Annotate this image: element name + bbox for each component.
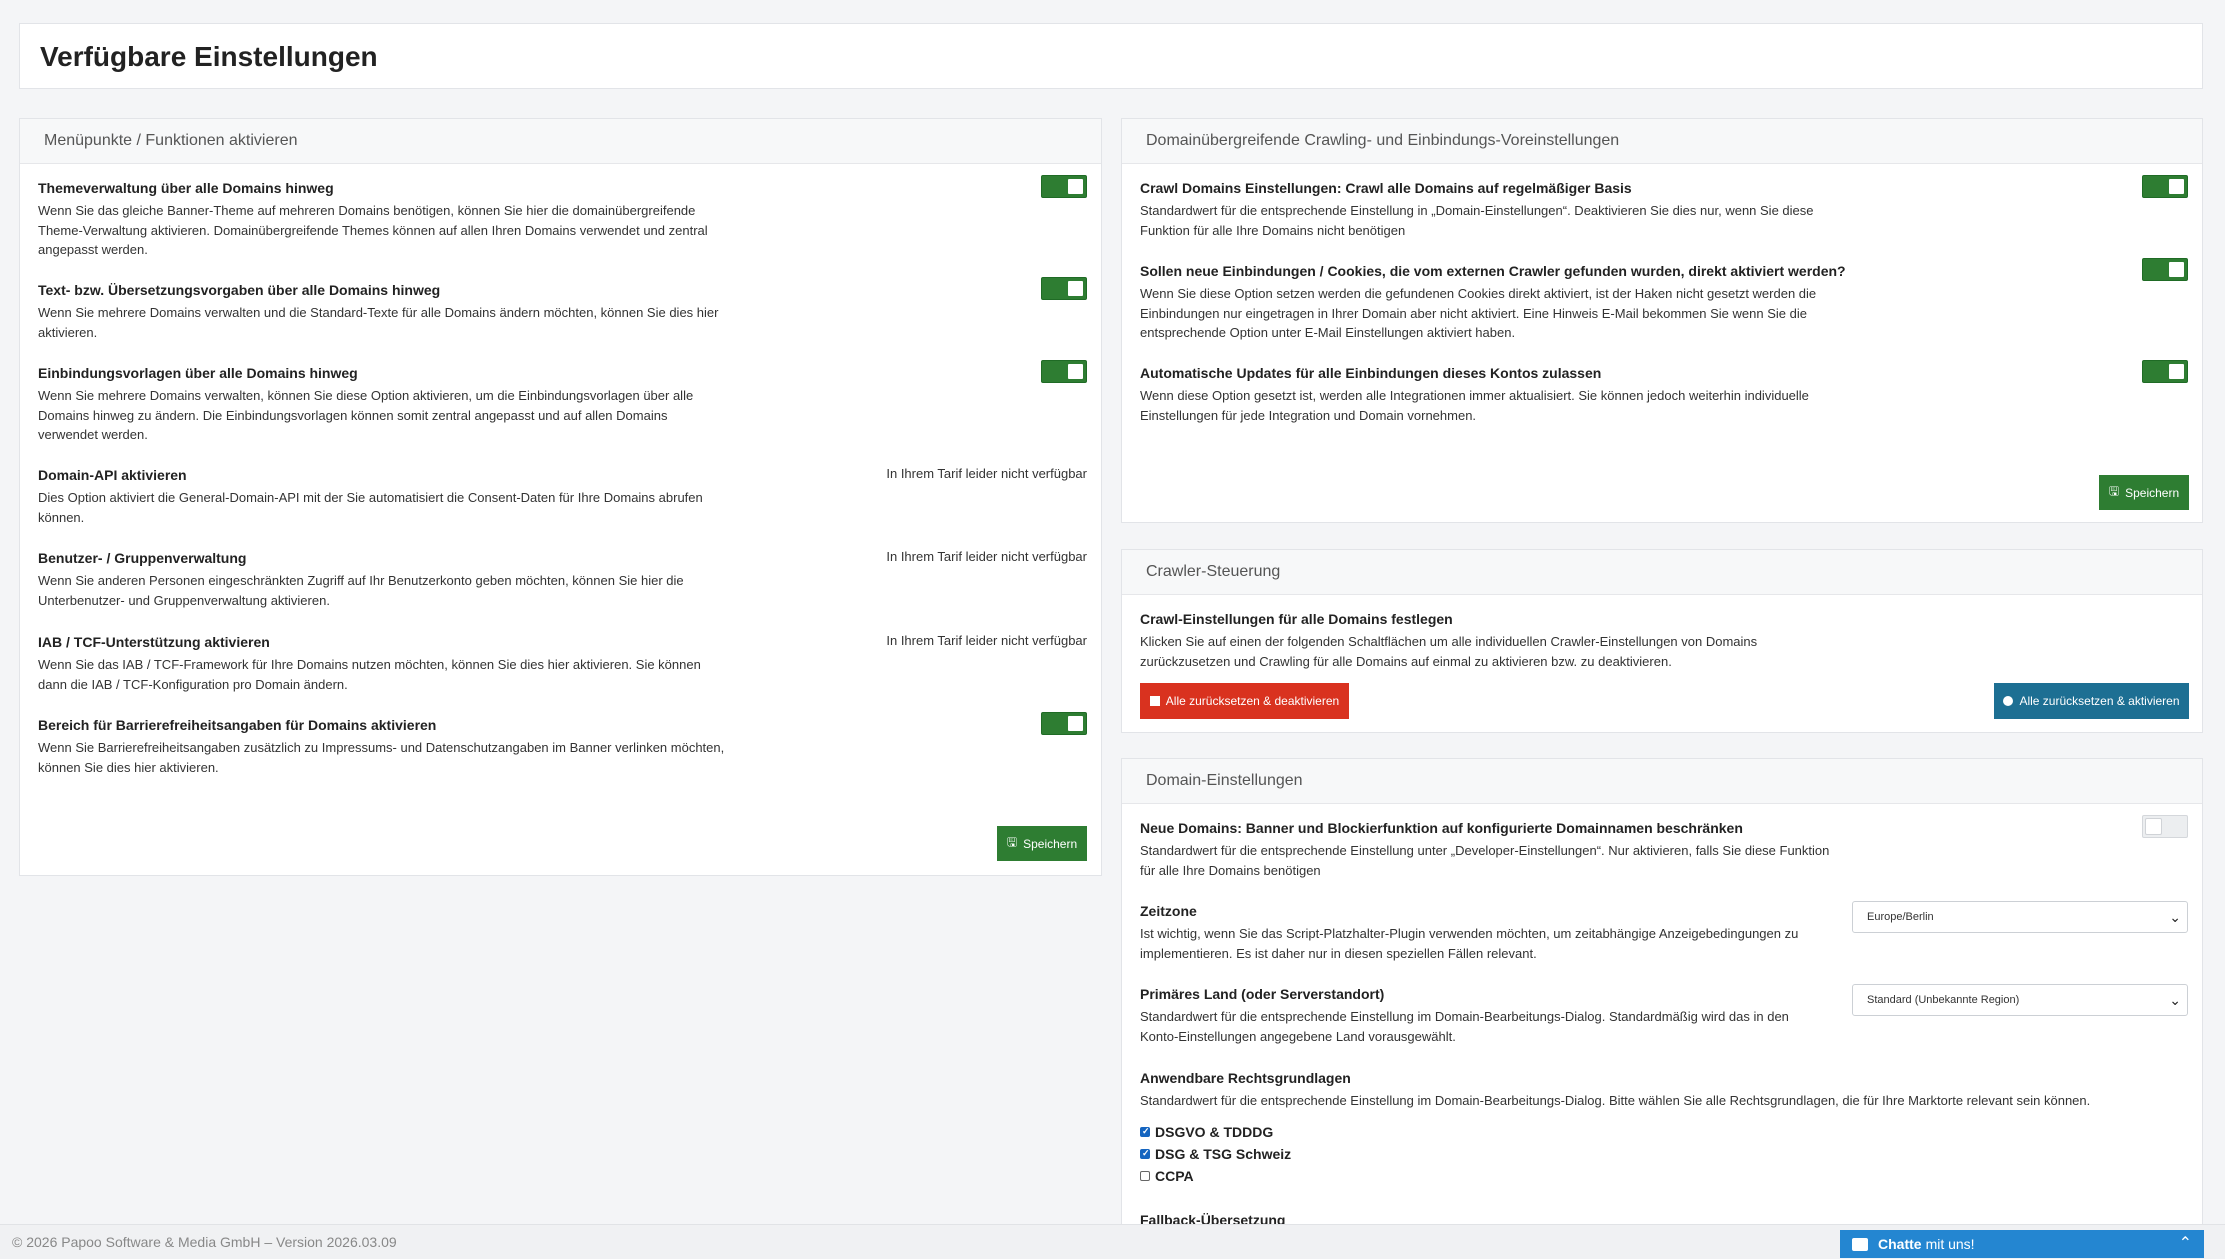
chevron-down-icon: ⌄: [2169, 909, 2181, 925]
setting-description: Dies Option aktiviert die General-Domain…: [38, 490, 703, 525]
footer-text: © 2026 Papoo Software & Media GmbH – Ver…: [12, 1234, 397, 1250]
unavailable-notice: In Ihrem Tarif leider nicht verfügbar: [886, 633, 1087, 648]
option-label: DSG & TSG Schweiz: [1155, 1145, 1292, 1162]
crawling-defaults-panel: Domainübergreifende Crawling- und Einbin…: [1121, 118, 2203, 523]
setting-description: Wenn Sie anderen Personen eingeschränkte…: [38, 573, 684, 608]
auto-activate-toggle[interactable]: [2142, 258, 2188, 281]
theme-toggle[interactable]: [1041, 175, 1087, 198]
setting-description: Wenn Sie das IAB / TCF-Framework für Ihr…: [38, 657, 701, 692]
setting-title: Themeverwaltung über alle Domains hinweg: [38, 180, 334, 196]
save-label: Speichern: [2125, 485, 2180, 500]
legal-option-dsgvo[interactable]: DSGVO & TDDDG: [1140, 1121, 2188, 1143]
setting-description: Wenn diese Option gesetzt ist, werden al…: [1140, 388, 1809, 423]
translations-toggle[interactable]: [1041, 277, 1087, 300]
setting-description: Wenn Sie mehrere Domains verwalten, könn…: [38, 388, 694, 442]
setting-description: Standardwert für die entsprechende Einst…: [1140, 1093, 2091, 1108]
setting-title: Anwendbare Rechtsgrundlagen: [1140, 1070, 1351, 1086]
setting-description: Ist wichtig, wenn Sie das Script-Platzha…: [1140, 926, 1799, 961]
setting-row-translations: Text- bzw. Übersetzungsvorgaben über all…: [38, 277, 1087, 342]
button-label: Alle zurücksetzen & aktivieren: [2019, 694, 2180, 708]
save-button[interactable]: 🖫 Speichern: [2099, 475, 2189, 510]
setting-row-auto-updates: Automatische Updates für alle Einbindung…: [1140, 360, 2188, 425]
panel-title: Menüpunkte / Funktionen aktivieren: [20, 119, 1101, 164]
chat-label-bold: Chatte: [1878, 1236, 1922, 1252]
auto-updates-toggle[interactable]: [2142, 360, 2188, 383]
setting-row-crawl-all: Crawl-Einstellungen für alle Domains fes…: [1140, 610, 2188, 671]
checkbox[interactable]: [1140, 1126, 1150, 1137]
templates-toggle[interactable]: [1041, 360, 1087, 383]
panel-title: Domainübergreifende Crawling- und Einbin…: [1122, 119, 2202, 164]
accessibility-toggle[interactable]: [1041, 712, 1087, 735]
checkbox[interactable]: [1140, 1148, 1150, 1159]
circle-icon: [2003, 696, 2014, 706]
save-label: Speichern: [1023, 836, 1078, 851]
setting-description: Wenn Sie das gleiche Banner-Theme auf me…: [38, 203, 708, 257]
unavailable-notice: In Ihrem Tarif leider nicht verfügbar: [886, 549, 1087, 564]
setting-title: Crawl Domains Einstellungen: Crawl alle …: [1140, 180, 1632, 196]
timezone-value: Europe/Berlin: [1867, 911, 1934, 923]
setting-row-accessibility: Bereich für Barrierefreiheitsangaben für…: [38, 712, 1087, 777]
setting-title: Crawl-Einstellungen für alle Domains fes…: [1140, 611, 1453, 627]
restrict-domains-toggle[interactable]: [2142, 815, 2188, 838]
setting-description: Standardwert für die entsprechende Einst…: [1140, 1009, 1789, 1044]
reset-activate-button[interactable]: Alle zurücksetzen & aktivieren: [1994, 683, 2189, 719]
setting-row-domain-api: Domain-API aktivieren Dies Option aktivi…: [38, 466, 1087, 527]
setting-description: Wenn Sie mehrere Domains verwalten und d…: [38, 305, 719, 340]
chevron-down-icon: ⌄: [2169, 992, 2181, 1008]
country-select[interactable]: Standard (Unbekannte Region) ⌄: [1852, 984, 2188, 1016]
legal-option-dsg[interactable]: DSG & TSG Schweiz: [1140, 1143, 2188, 1165]
save-icon: 🖫: [1006, 835, 1018, 849]
setting-row-crawl-domains: Crawl Domains Einstellungen: Crawl alle …: [1140, 175, 2188, 240]
setting-description: Klicken Sie auf einen der folgenden Scha…: [1140, 634, 1758, 669]
legal-option-ccpa[interactable]: CCPA: [1140, 1165, 2188, 1187]
page-title: Verfügbare Einstellungen: [40, 41, 378, 72]
checkbox[interactable]: [1140, 1170, 1150, 1181]
setting-title: Einbindungsvorlagen über alle Domains hi…: [38, 365, 358, 381]
save-icon: 🖫: [2108, 484, 2120, 498]
setting-description: Standardwert für die entsprechende Einst…: [1140, 843, 1830, 878]
setting-title: Bereich für Barrierefreiheitsangaben für…: [38, 717, 437, 733]
panel-title: Crawler-Steuerung: [1122, 550, 2202, 595]
setting-description: Wenn Sie diese Option setzen werden die …: [1140, 286, 1817, 340]
setting-title: Text- bzw. Übersetzungsvorgaben über all…: [38, 282, 441, 298]
timezone-select[interactable]: Europe/Berlin ⌄: [1852, 901, 2188, 933]
chat-icon: [1852, 1237, 1868, 1251]
crawl-domains-toggle[interactable]: [2142, 175, 2188, 198]
country-value: Standard (Unbekannte Region): [1867, 994, 2020, 1006]
reset-deactivate-button[interactable]: Alle zurücksetzen & deaktivieren: [1140, 683, 1349, 719]
setting-row-templates: Einbindungsvorlagen über alle Domains hi…: [38, 360, 1087, 445]
unavailable-notice: In Ihrem Tarif leider nicht verfügbar: [886, 466, 1087, 481]
setting-row-restrict-domains: Neue Domains: Banner und Blockierfunktio…: [1140, 815, 2188, 880]
option-label: DSGVO & TDDDG: [1155, 1123, 1274, 1140]
panel-title: Domain-Einstellungen: [1122, 759, 2202, 804]
setting-row-users: Benutzer- / Gruppenverwaltung Wenn Sie a…: [38, 549, 1087, 610]
setting-row-theme: Themeverwaltung über alle Domains hinweg…: [38, 175, 1087, 260]
domain-settings-panel: Domain-Einstellungen Neue Domains: Banne…: [1121, 758, 2203, 1258]
setting-title: Neue Domains: Banner und Blockierfunktio…: [1140, 820, 1743, 836]
setting-row-legal: Anwendbare Rechtsgrundlagen Standardwert…: [1140, 1069, 2188, 1187]
chevron-up-icon[interactable]: ⌃: [2179, 1233, 2192, 1253]
legal-options: DSGVO & TDDDG DSG & TSG Schweiz CCPA: [1140, 1121, 2188, 1187]
setting-row-iab: IAB / TCF-Unterstützung aktivieren Wenn …: [38, 633, 1087, 694]
stop-icon: [1149, 696, 1160, 706]
button-label: Alle zurücksetzen & deaktivieren: [1165, 694, 1340, 708]
crawler-control-panel: Crawler-Steuerung Crawl-Einstellungen fü…: [1121, 549, 2203, 733]
chat-label: mit uns!: [1925, 1236, 1975, 1252]
setting-description: Wenn Sie Barrierefreiheitsangaben zusätz…: [38, 740, 725, 775]
setting-title: Sollen neue Einbindungen / Cookies, die …: [1140, 263, 1846, 279]
menu-functions-panel: Menüpunkte / Funktionen aktivieren Theme…: [19, 118, 1102, 876]
setting-description: Standardwert für die entsprechende Einst…: [1140, 203, 1814, 238]
option-label: CCPA: [1155, 1167, 1194, 1184]
chat-widget[interactable]: Chatte mit uns! ⌃: [1840, 1230, 2204, 1258]
setting-title: Automatische Updates für alle Einbindung…: [1140, 365, 1602, 381]
save-button[interactable]: 🖫 Speichern: [997, 826, 1087, 861]
setting-row-auto-activate: Sollen neue Einbindungen / Cookies, die …: [1140, 258, 2188, 343]
page-header: Verfügbare Einstellungen: [19, 23, 2203, 89]
